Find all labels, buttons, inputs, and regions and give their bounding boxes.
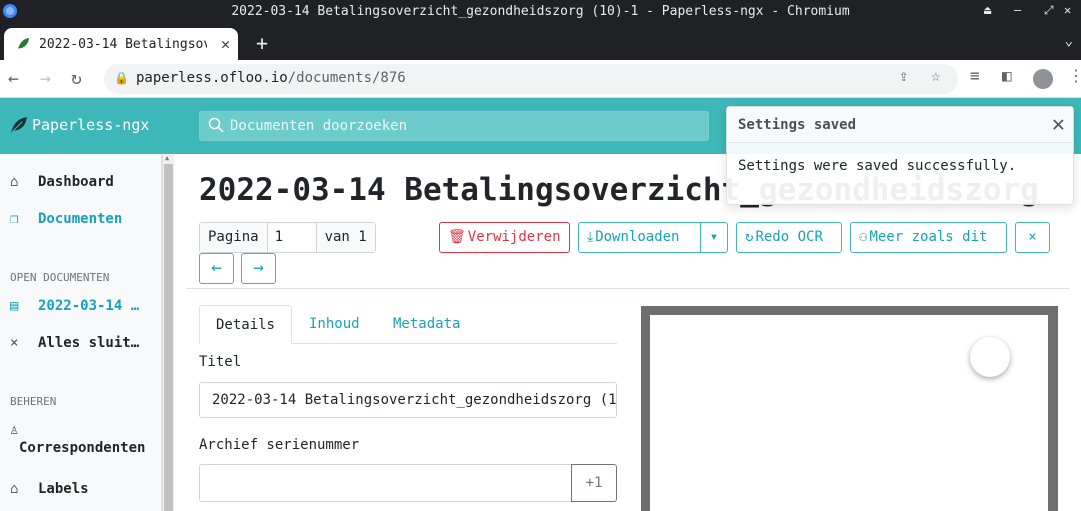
sidebar-item-open-document[interactable]: ▤ 2022-03-14 …	[10, 298, 139, 314]
sidebar-item-dashboard[interactable]: ⌂ Dashboard	[10, 174, 114, 190]
open-documents-heading: OPEN DOCUMENTEN	[10, 271, 110, 284]
download-options-button[interactable]: ▾	[700, 222, 728, 253]
page-number-input[interactable]: 1	[266, 223, 317, 252]
document-tabs: Details Inhoud Metadata	[199, 305, 617, 344]
minimize-icon[interactable]: –	[1014, 3, 1021, 17]
brand-name: Paperless-ngx	[32, 116, 150, 134]
trash-icon: 🗑	[448, 229, 466, 245]
download-button[interactable]: ⤓ Downloaden	[578, 222, 701, 253]
divider	[186, 288, 1070, 289]
window-pin-icon[interactable]: ⏏	[984, 3, 991, 17]
url-host: paperless.ofloo.io	[136, 70, 288, 86]
sidebar-item-label: Alles sluit…	[38, 335, 140, 351]
forward-icon[interactable]: →	[40, 68, 51, 89]
caret-down-icon: ▾	[709, 229, 719, 245]
brand-link[interactable]: Paperless-ngx	[10, 116, 149, 134]
title-label: Titel	[199, 354, 242, 370]
x-icon: ×	[10, 335, 19, 351]
download-icon: ⤓	[587, 229, 594, 245]
tab-search-icon[interactable]: ⌄	[1065, 33, 1073, 49]
asn-field[interactable]	[199, 464, 572, 502]
sidebar-item-label: Documenten	[38, 211, 123, 227]
sidebar-scrollbar[interactable]: ▲	[162, 154, 174, 511]
tags-icon: ⌂	[10, 481, 19, 497]
window-title: 2022-03-14 Betalingsoverzicht_gezondheid…	[231, 4, 850, 19]
next-document-button[interactable]: →	[241, 253, 276, 284]
page-label: Pagina	[200, 223, 267, 252]
files-icon: ❐	[10, 211, 19, 227]
tab-metadata[interactable]: Metadata	[393, 305, 460, 344]
title-field[interactable]	[199, 382, 617, 418]
scrollbar-thumb[interactable]	[164, 164, 173, 511]
toast-title: Settings saved	[727, 107, 1073, 143]
lock-icon[interactable]: 🔒	[114, 71, 129, 85]
restore-icon[interactable]: ⤢	[1044, 3, 1054, 18]
share-icon[interactable]: ⇪	[899, 66, 909, 85]
sidebar-item-label: Labels	[38, 481, 89, 497]
sidebar-item-correspondents[interactable]: ♙ Correspondenten	[10, 422, 145, 456]
sidebar-item-label: 2022-03-14 …	[38, 298, 140, 314]
back-icon[interactable]: ←	[8, 68, 19, 89]
sidebar-item-close-all[interactable]: × Alles sluit…	[10, 335, 139, 351]
asn-plus-one-button[interactable]: +1	[571, 464, 617, 502]
tab-title: 2022-03-14 Betalingsov	[39, 37, 207, 52]
preview-page	[650, 315, 1048, 511]
url-text[interactable]: paperless.ofloo.io/documents/876	[136, 70, 406, 86]
house-icon: ⌂	[10, 174, 19, 190]
more-like-this-button[interactable]: ⚇ Meer zoals dit	[850, 222, 1007, 253]
delete-label: Verwijderen	[467, 229, 561, 245]
browser-toolbar: ← → ↻ 🔒 paperless.ofloo.io/documents/876…	[0, 60, 1081, 98]
download-label: Downloaden	[595, 229, 680, 245]
tab-strip: 2022-03-14 Betalingsov ✕ + ⌄	[0, 23, 1081, 60]
new-tab-button[interactable]: +	[256, 31, 268, 55]
delete-button[interactable]: 🗑 Verwijderen	[439, 222, 570, 253]
more-like-label: Meer zoals dit	[869, 229, 988, 245]
address-bar[interactable]: 🔒 paperless.ofloo.io/documents/876	[104, 64, 958, 94]
window-titlebar: 2022-03-14 Betalingsoverzicht_gezondheid…	[0, 0, 1081, 23]
arrow-left-icon: ←	[211, 257, 222, 278]
redo-icon: ↻	[745, 229, 754, 245]
toast-close-icon[interactable]: ✕	[1052, 112, 1065, 137]
settings-toast: Settings saved ✕ Settings were saved suc…	[726, 106, 1074, 205]
close-window-icon[interactable]: ✕	[1064, 3, 1071, 17]
close-icon: ×	[1028, 229, 1037, 245]
global-search[interactable]	[199, 111, 709, 141]
sidebar-item-labels[interactable]: ⌂ Labels	[10, 481, 89, 497]
search-input[interactable]	[230, 115, 700, 137]
previous-document-button[interactable]: ←	[199, 253, 234, 284]
browser-menu-icon[interactable]: ⋮	[1068, 66, 1081, 85]
bookmark-star-icon[interactable]: ☆	[931, 66, 941, 85]
paperless-logo-icon	[11, 117, 27, 133]
tab-details[interactable]: Details	[199, 305, 292, 344]
url-path: /documents/876	[287, 70, 406, 86]
redo-ocr-button[interactable]: ↻ Redo OCR	[736, 222, 842, 253]
document-preview[interactable]	[641, 306, 1058, 511]
toast-message: Settings were saved successfully.	[738, 158, 1017, 174]
scroll-up-icon[interactable]: ▲	[165, 154, 169, 162]
reading-list-icon[interactable]: ≡	[970, 66, 980, 85]
file-text-icon: ▤	[10, 298, 19, 314]
browser-tab[interactable]: 2022-03-14 Betalingsov ✕	[4, 28, 238, 60]
search-icon	[208, 117, 224, 133]
redo-ocr-label: Redo OCR	[755, 229, 823, 245]
side-panel-icon[interactable]: ◧	[1002, 66, 1012, 85]
leaf-favicon-icon	[17, 37, 30, 51]
diagram-icon: ⚇	[859, 229, 868, 245]
profile-avatar[interactable]	[1033, 69, 1053, 89]
close-document-button[interactable]: ×	[1015, 222, 1050, 253]
asn-label: Archief serienummer	[199, 437, 360, 453]
person-icon: ♙	[10, 422, 19, 438]
reload-icon[interactable]: ↻	[71, 68, 82, 89]
sidebar-item-label: Correspondenten	[19, 440, 146, 456]
tab-close-icon[interactable]: ✕	[221, 35, 230, 53]
sidebar-item-documents[interactable]: ❐ Documenten	[10, 211, 122, 227]
sidebar: ⌂ Dashboard ❐ Documenten OPEN DOCUMENTEN ▤…	[0, 154, 162, 511]
sidebar-item-label: Dashboard	[38, 174, 114, 190]
page-of-label: van 1	[316, 223, 375, 252]
tab-content[interactable]: Inhoud	[309, 305, 360, 344]
manage-heading: BEHEREN	[10, 395, 57, 408]
preview-mark	[970, 337, 1010, 377]
arrow-right-icon: →	[253, 257, 264, 278]
page-navigator: Pagina 1 van 1	[199, 222, 376, 253]
